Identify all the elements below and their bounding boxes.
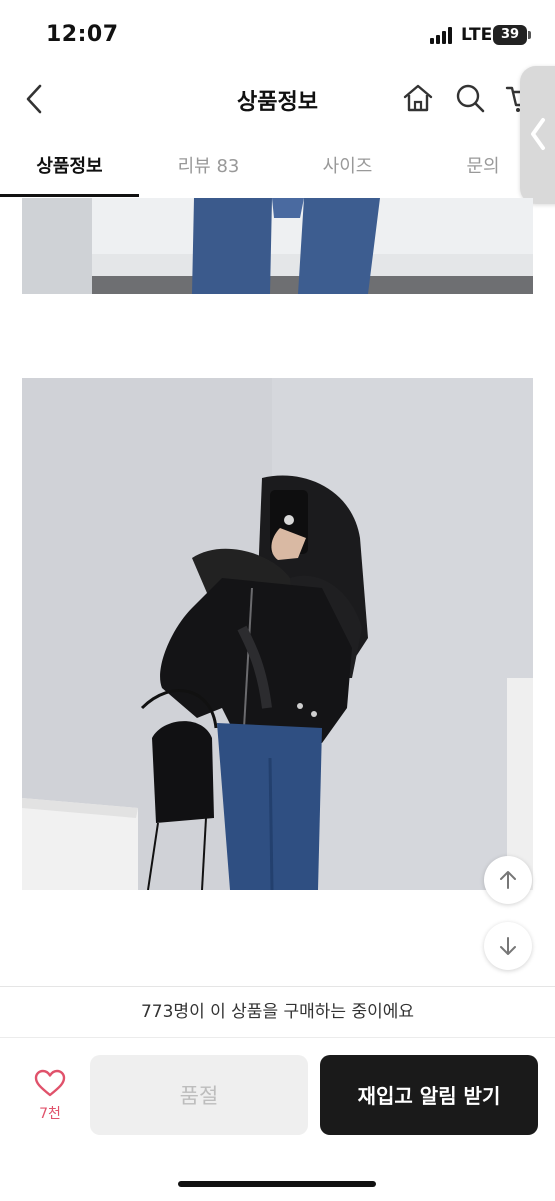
side-panel-handle[interactable] xyxy=(520,66,555,204)
product-photo-top xyxy=(22,198,533,294)
soldout-button[interactable]: 품절 xyxy=(90,1055,308,1135)
tab-size[interactable]: 사이즈 xyxy=(278,152,417,178)
signal-icon xyxy=(430,26,456,44)
top-header: 상품정보 xyxy=(0,68,555,130)
search-button[interactable] xyxy=(453,81,487,115)
tab-product-info[interactable]: 상품정보 xyxy=(0,152,139,178)
battery-tip xyxy=(528,31,531,39)
clock: 12:07 xyxy=(46,22,119,47)
network-type: LTE xyxy=(461,25,493,45)
status-bar: 12:07 LTE 39 xyxy=(0,0,555,68)
active-tab-indicator xyxy=(0,194,139,197)
search-icon xyxy=(456,84,485,113)
arrow-down-icon xyxy=(500,937,516,955)
purchase-notice: 773명이 이 상품을 구매하는 중이에요 xyxy=(0,987,555,1038)
purchase-bar: 773명이 이 상품을 구매하는 중이에요 7천 품절 재입고 알림 받기 xyxy=(0,986,555,1201)
battery-icon: 39 xyxy=(493,25,527,45)
home-indicator xyxy=(178,1181,376,1187)
home-button[interactable] xyxy=(401,81,435,115)
product-photo xyxy=(22,378,533,890)
heart-icon xyxy=(34,1069,66,1097)
tab-reviews[interactable]: 리뷰 83 xyxy=(139,152,278,178)
tab-bar: 상품정보 리뷰 83 사이즈 문의 xyxy=(0,138,555,198)
like-button[interactable]: 7천 xyxy=(24,1069,76,1123)
restock-alert-button[interactable]: 재입고 알림 받기 xyxy=(320,1055,538,1135)
scroll-top-button[interactable] xyxy=(484,856,532,904)
scroll-bottom-button[interactable] xyxy=(484,922,532,970)
arrow-up-icon xyxy=(500,871,516,889)
chevron-left-icon xyxy=(531,118,545,150)
like-count: 7천 xyxy=(39,1106,61,1122)
home-icon xyxy=(403,84,433,112)
